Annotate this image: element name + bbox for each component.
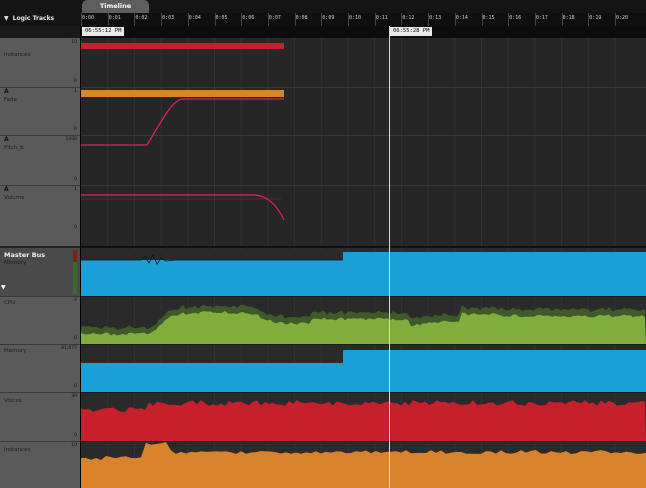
- ruler-tick-label: 0:04: [188, 15, 201, 21]
- track-max: 1: [74, 187, 77, 192]
- track-header-volume[interactable]: A 1 Volume 0: [0, 185, 80, 248]
- track-min: 0: [74, 384, 77, 389]
- memory-fill: [81, 363, 343, 392]
- master-wave-bg: [81, 250, 343, 260]
- expand-triangle-icon[interactable]: ▼: [1, 284, 6, 291]
- track-header-cpu[interactable]: 2 CPU 0: [0, 296, 80, 345]
- ruler-tick-label: 0:10: [349, 15, 362, 21]
- track-min: 0: [74, 79, 77, 84]
- ruler-tick-label: 0:01: [108, 15, 121, 21]
- tab-timeline[interactable]: Timeline: [82, 0, 149, 13]
- track-max: 30: [71, 394, 77, 399]
- ruler-tick-label: 0:02: [135, 15, 148, 21]
- track-min: 0: [74, 127, 77, 132]
- track-max: 81,677: [61, 346, 77, 351]
- track-label: CPU: [4, 300, 16, 306]
- section-separator: [81, 246, 646, 248]
- track-label: Volume: [4, 195, 25, 201]
- track-header-instances[interactable]: 10 Instances 0: [0, 38, 80, 88]
- track-header-memory[interactable]: 81,677 Memory 0: [0, 344, 80, 393]
- instance-bar[interactable]: [81, 43, 284, 49]
- ruler-tick-label: 0:12: [402, 15, 415, 21]
- track-max: 1: [74, 89, 77, 94]
- playhead-line[interactable]: [389, 26, 390, 488]
- track-header-fade[interactable]: A 1 Fade 0: [0, 87, 80, 136]
- ruler-tick-label: 0:13: [429, 15, 442, 21]
- master-bus-title: Master Bus: [4, 251, 46, 259]
- track-max: 10: [71, 40, 77, 45]
- ruler-tick-label: 0:15: [482, 15, 495, 21]
- ruler-tick-label: 0:18: [562, 15, 575, 21]
- ruler-tick-label: 0:06: [242, 15, 255, 21]
- track-label: Voices: [4, 398, 22, 404]
- level-meter-peak: [73, 250, 77, 262]
- event-region-bar[interactable]: [81, 90, 284, 97]
- track-label: Fade: [4, 97, 17, 103]
- track-label: Pitch_b: [4, 145, 24, 151]
- ruler-tick-label: 0:20: [616, 15, 629, 21]
- ruler-tick-label: 0:14: [455, 15, 468, 21]
- track-label: Instances: [4, 52, 31, 58]
- automation-letter: A: [4, 186, 9, 193]
- track-min: 0: [74, 433, 77, 438]
- ruler-tick-label: 0:05: [215, 15, 228, 21]
- timeline-tracks-area[interactable]: [81, 38, 646, 488]
- logic-tracks-label: Logic Tracks: [12, 14, 55, 22]
- ruler-tick-label: 0:00: [82, 15, 95, 21]
- master-memory-fill: [81, 260, 343, 296]
- ruler-tick-label: 0:17: [535, 15, 548, 21]
- track-min: 0: [74, 225, 77, 230]
- track-max: 10: [71, 443, 77, 448]
- track-min: 0: [74, 177, 77, 182]
- timeline-ruler[interactable]: 0:00 0:01 0:02 0:03 0:04 0:05 0:06 0:07 0:08 0:09…: [81, 13, 646, 27]
- marker-bar: 06:55:12 PM 06:55:28 PM: [81, 26, 646, 38]
- track-max: 2: [74, 298, 77, 303]
- ruler-tick-label: 0:08: [295, 15, 308, 21]
- track-header-pitch[interactable]: A 1000 Pitch_b 0: [0, 135, 80, 186]
- voices-area: [81, 400, 646, 441]
- automation-letter: A: [4, 136, 9, 143]
- track-label: Memory: [4, 348, 27, 354]
- track-max: 1000: [65, 137, 77, 142]
- ruler-tick-label: 0:03: [162, 15, 175, 21]
- ruler-tick-label: 0:09: [322, 15, 335, 21]
- tracks-canvas: [81, 38, 646, 488]
- track-header-instances-2[interactable]: 10 Instances: [0, 441, 80, 488]
- ruler-tick-label: 0:16: [509, 15, 522, 21]
- track-min: 0: [74, 336, 77, 341]
- playhead-time-marker: 06:55:28 PM: [390, 27, 433, 36]
- track-label: Instances: [4, 447, 31, 453]
- logic-tracks-header[interactable]: ▼ Logic Tracks: [0, 10, 80, 26]
- collapse-triangle-icon[interactable]: ▼: [4, 15, 9, 22]
- track-label: Memory: [4, 260, 27, 266]
- start-time-marker: 06:55:12 PM: [82, 27, 125, 36]
- track-header-voices[interactable]: 30 Voices 0: [0, 392, 80, 442]
- track-headers-panel: 10 Instances 0 A 1 Fade 0 A 1000 Pitch_b…: [0, 38, 80, 488]
- automation-letter: A: [4, 88, 9, 95]
- ruler-tick-label: 0:19: [589, 15, 602, 21]
- ruler-tick-label: 0:07: [268, 15, 281, 21]
- ruler-tick-label: 0:11: [375, 15, 388, 21]
- track-header-master-bus[interactable]: Master Bus Memory ▼: [0, 248, 80, 297]
